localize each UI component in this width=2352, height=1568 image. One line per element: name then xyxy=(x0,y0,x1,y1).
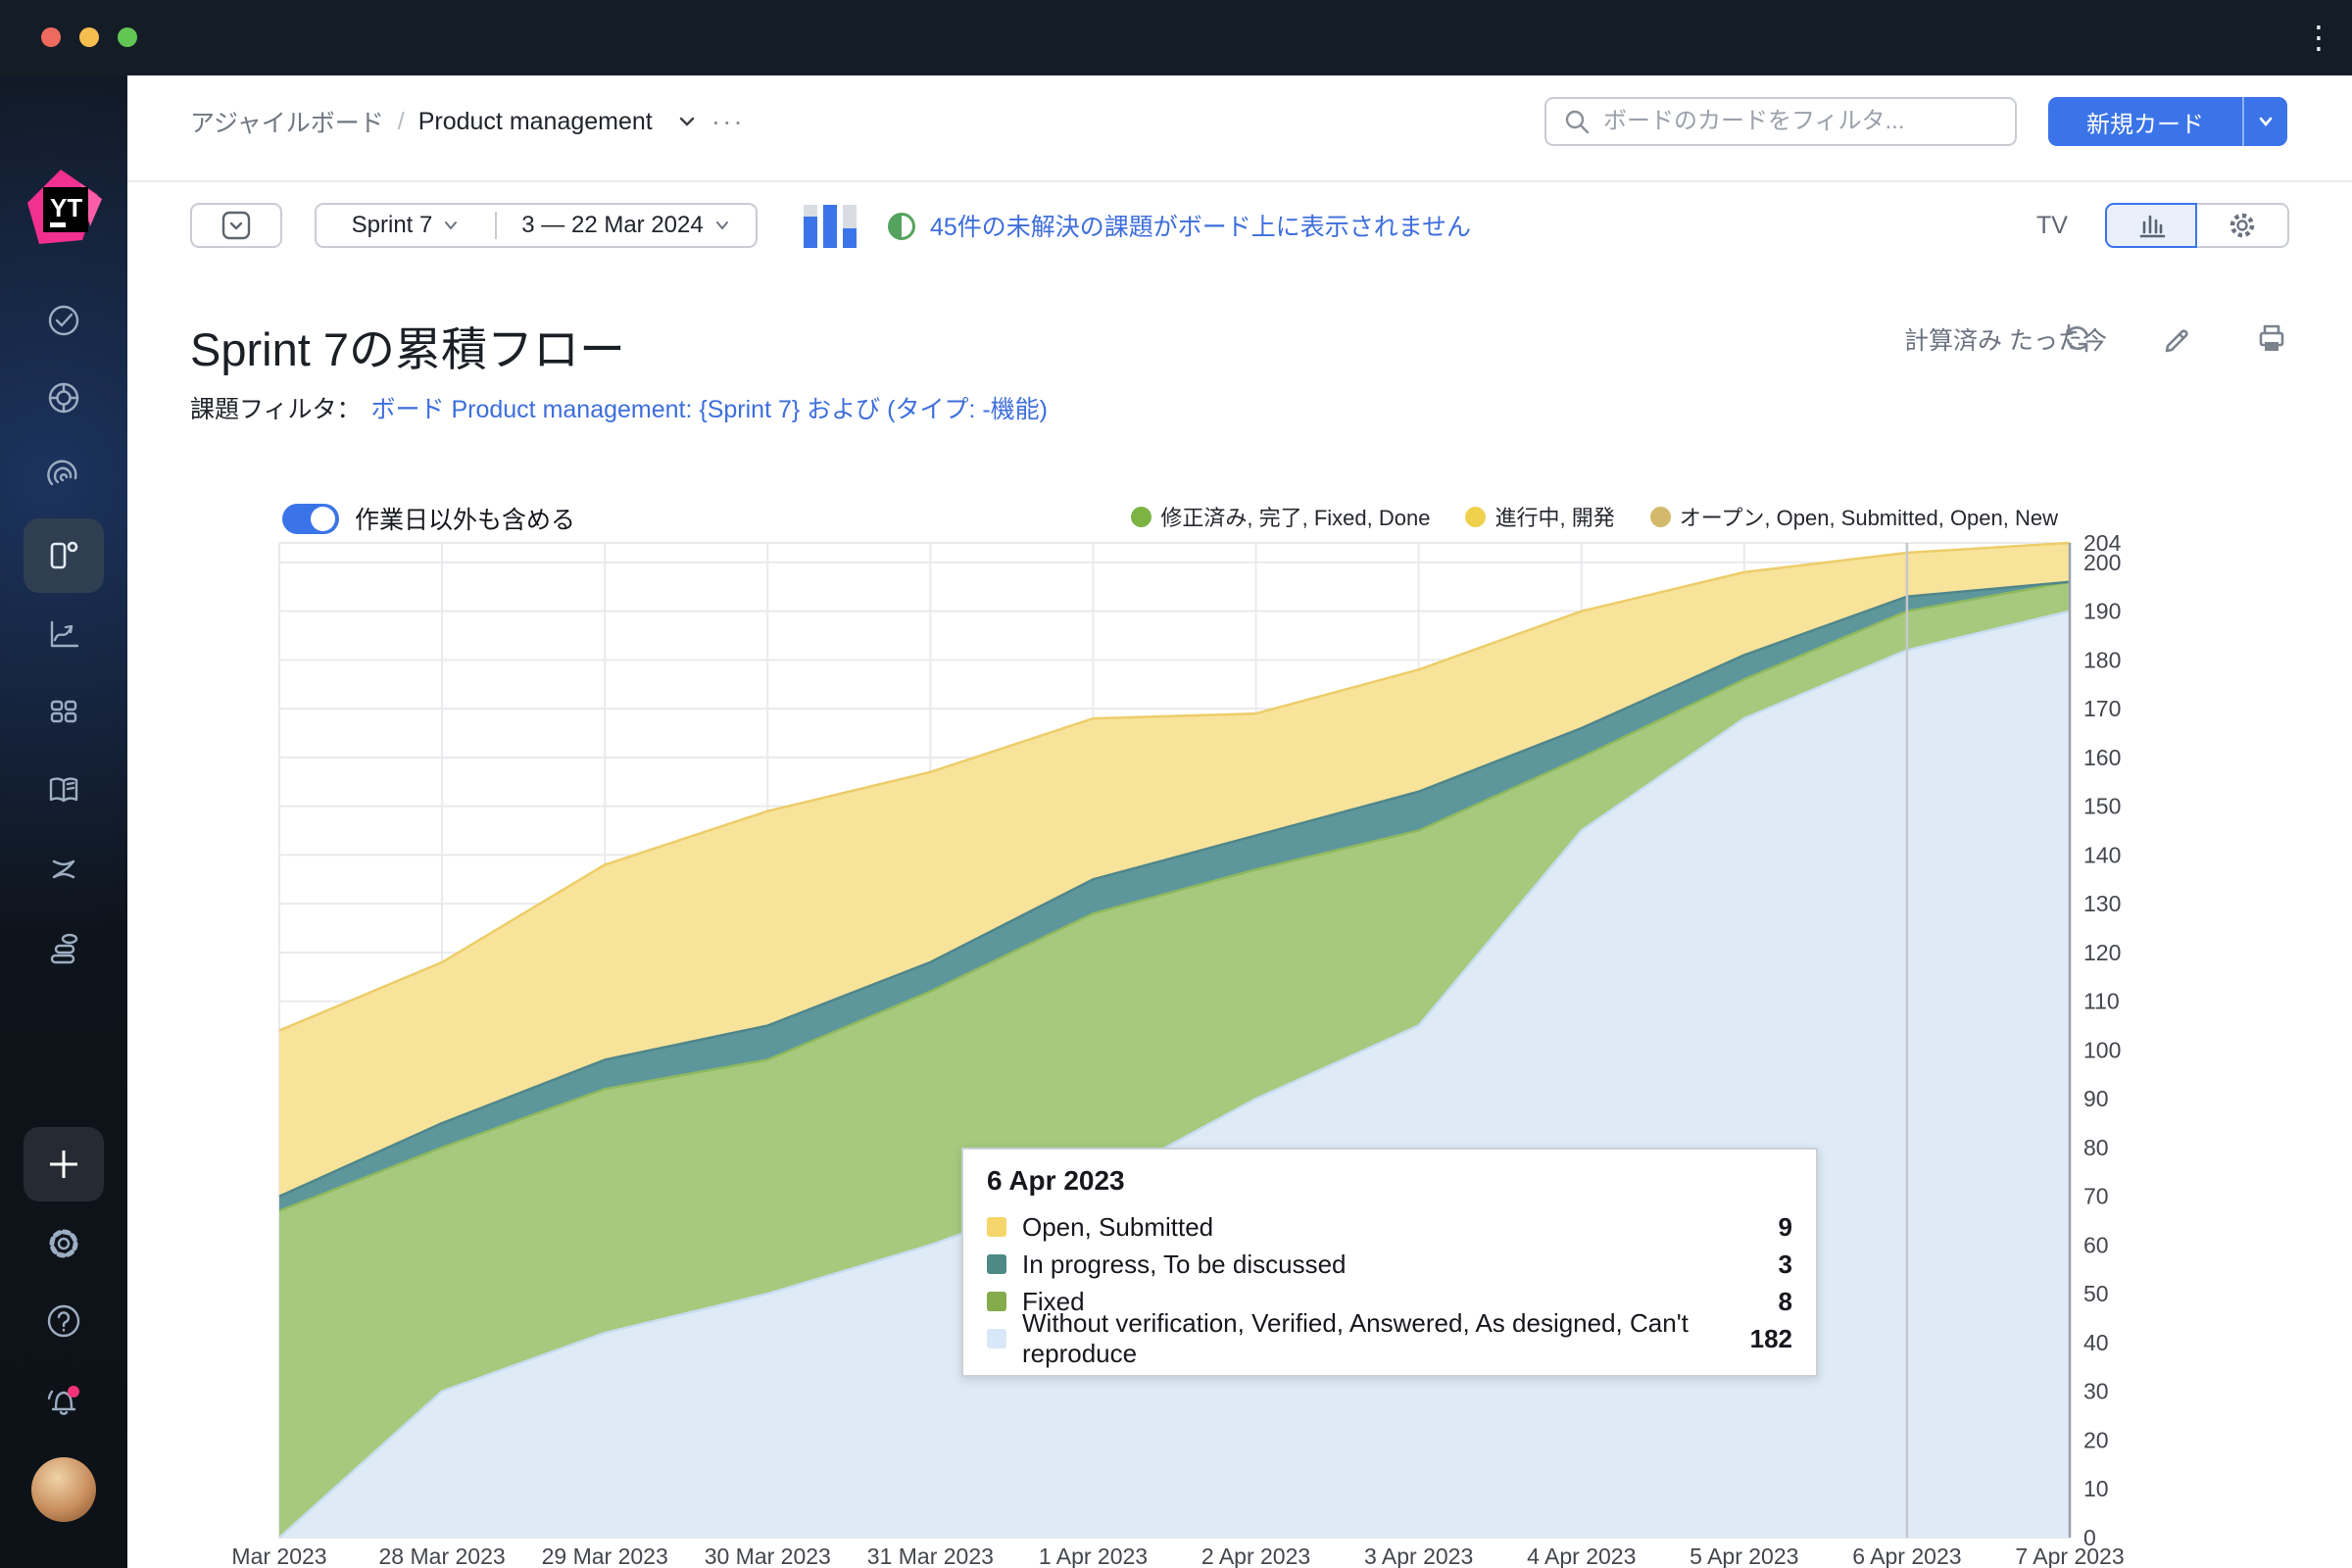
svg-text:50: 50 xyxy=(2083,1281,2109,1306)
svg-text:150: 150 xyxy=(2083,794,2121,819)
swatch-open xyxy=(987,1217,1006,1237)
svg-text:2 Apr 2023: 2 Apr 2023 xyxy=(1201,1544,1310,1568)
tooltip-value: 3 xyxy=(1779,1250,1792,1280)
svg-text:110: 110 xyxy=(2083,989,2120,1014)
svg-text:4 Apr 2023: 4 Apr 2023 xyxy=(1527,1544,1636,1568)
svg-text:120: 120 xyxy=(2083,940,2121,965)
swatch-resolved xyxy=(987,1329,1006,1348)
swatch-fixed xyxy=(987,1292,1006,1311)
svg-text:31 Mar 2023: 31 Mar 2023 xyxy=(867,1544,994,1568)
chart-tooltip: 6 Apr 2023 Open, Submitted 9 In progress… xyxy=(961,1148,1818,1377)
svg-text:29 Mar 2023: 29 Mar 2023 xyxy=(542,1544,668,1568)
tooltip-row: Without verification, Verified, Answered… xyxy=(987,1320,1792,1357)
tooltip-value: 9 xyxy=(1779,1212,1792,1243)
svg-text:6 Apr 2023: 6 Apr 2023 xyxy=(1852,1544,1961,1568)
svg-text:100: 100 xyxy=(2083,1037,2121,1062)
svg-text:20: 20 xyxy=(2083,1427,2109,1452)
tooltip-value: 8 xyxy=(1779,1287,1792,1317)
svg-text:180: 180 xyxy=(2083,647,2121,672)
svg-text:40: 40 xyxy=(2083,1330,2109,1355)
tooltip-label: Open, Submitted xyxy=(1022,1212,1779,1243)
svg-text:10: 10 xyxy=(2083,1476,2109,1501)
tooltip-label: In progress, To be discussed xyxy=(1022,1250,1779,1280)
svg-text:1 Apr 2023: 1 Apr 2023 xyxy=(1039,1544,1148,1568)
svg-text:Mar 2023: Mar 2023 xyxy=(231,1544,326,1568)
svg-text:5 Apr 2023: 5 Apr 2023 xyxy=(1690,1544,1798,1568)
swatch-in-progress xyxy=(987,1254,1006,1274)
svg-text:60: 60 xyxy=(2083,1232,2109,1257)
tooltip-row: Open, Submitted 9 xyxy=(987,1208,1792,1246)
tooltip-date: 6 Apr 2023 xyxy=(987,1165,1792,1197)
svg-text:70: 70 xyxy=(2083,1184,2109,1209)
tooltip-value: 182 xyxy=(1750,1324,1792,1354)
svg-text:7 Apr 2023: 7 Apr 2023 xyxy=(2015,1544,2124,1568)
svg-text:90: 90 xyxy=(2083,1086,2109,1111)
svg-text:30 Mar 2023: 30 Mar 2023 xyxy=(705,1544,831,1568)
svg-text:140: 140 xyxy=(2083,842,2121,867)
svg-text:3 Apr 2023: 3 Apr 2023 xyxy=(1364,1544,1473,1568)
svg-text:30: 30 xyxy=(2083,1379,2109,1404)
youtrack-window: ⋮ YT xyxy=(0,0,2352,1568)
svg-text:200: 200 xyxy=(2083,550,2121,575)
tooltip-label: Without verification, Verified, Answered… xyxy=(1022,1308,1750,1369)
svg-text:80: 80 xyxy=(2083,1135,2109,1160)
svg-text:170: 170 xyxy=(2083,696,2121,721)
tooltip-row: In progress, To be discussed 3 xyxy=(987,1246,1792,1283)
svg-text:190: 190 xyxy=(2083,599,2121,624)
svg-text:130: 130 xyxy=(2083,891,2121,916)
svg-text:160: 160 xyxy=(2083,745,2121,770)
svg-text:28 Mar 2023: 28 Mar 2023 xyxy=(379,1544,506,1568)
